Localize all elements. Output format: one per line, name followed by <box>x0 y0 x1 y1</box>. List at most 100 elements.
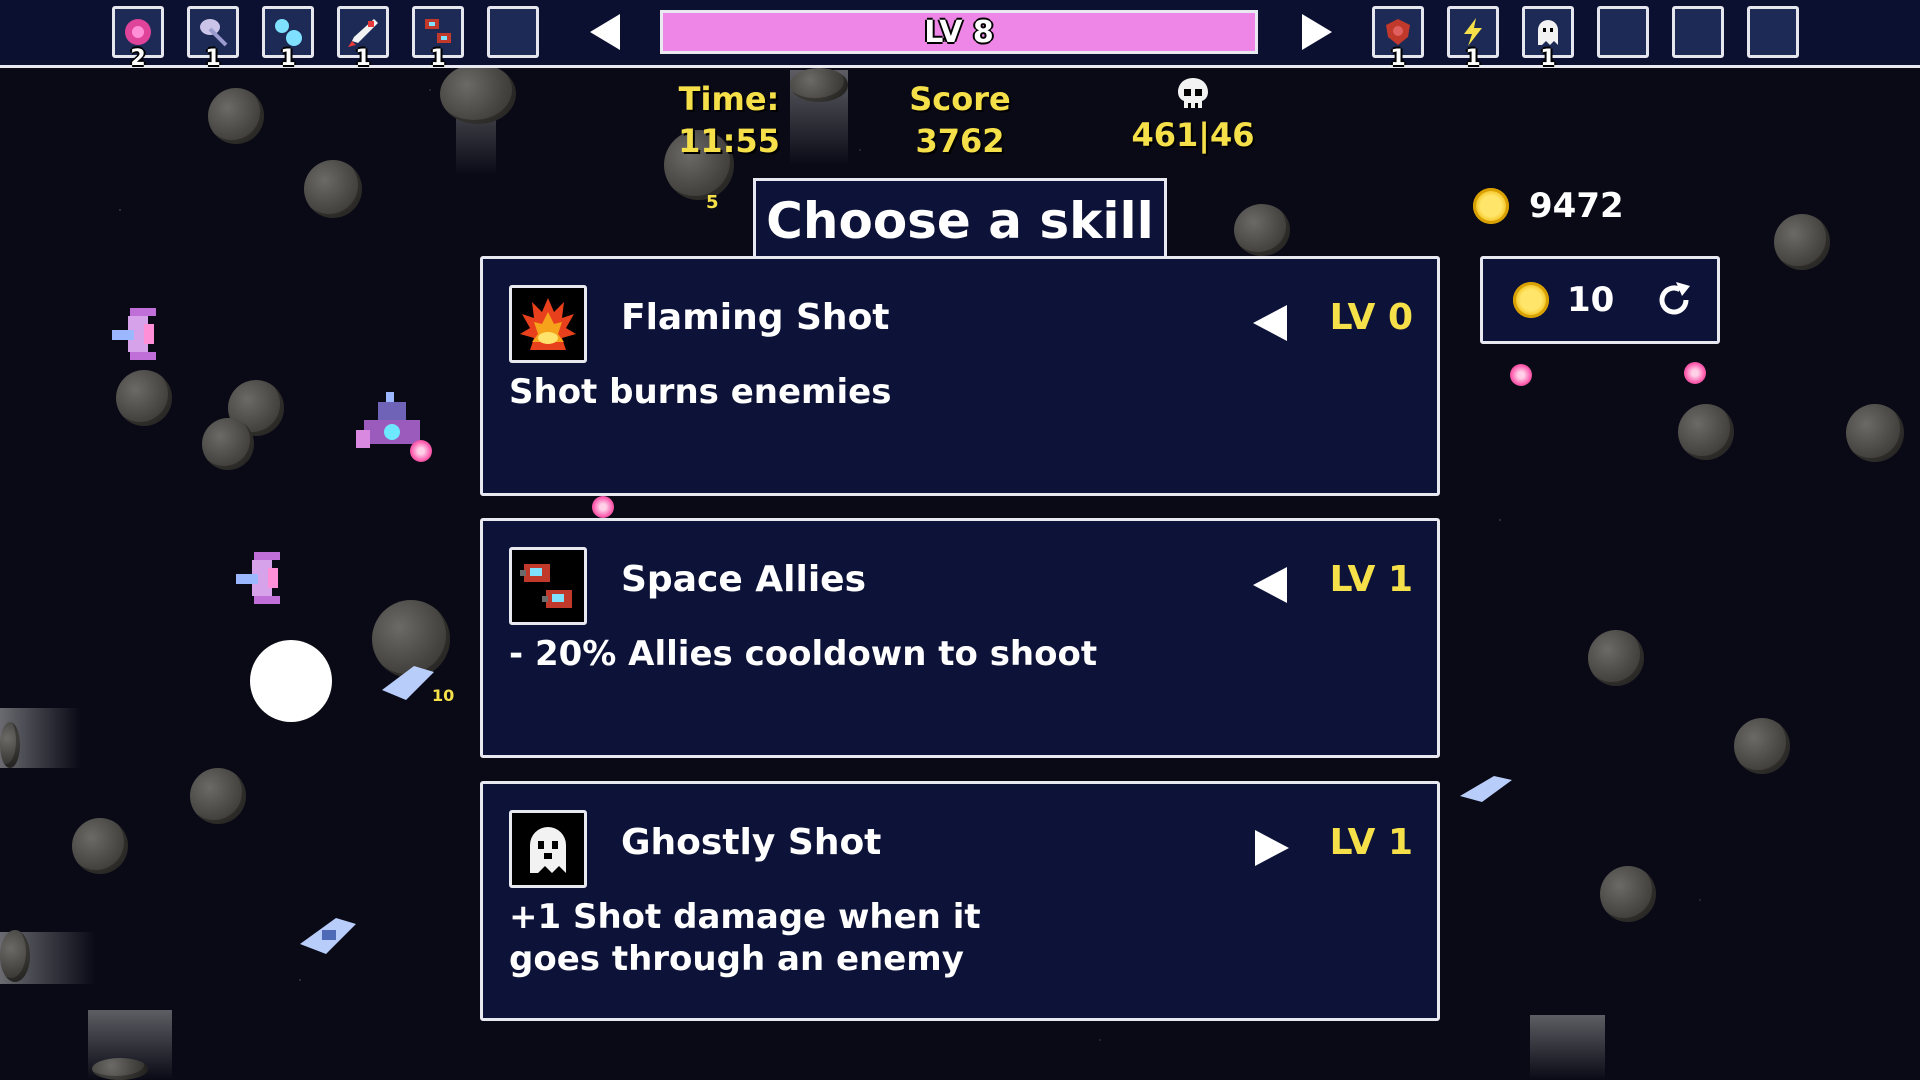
ally-ship <box>1460 776 1512 802</box>
time-label: Time: <box>678 80 780 118</box>
ally-ship <box>382 666 434 700</box>
asteroid <box>440 64 516 124</box>
skill-description: +1 Shot damage when it goes through an e… <box>509 897 981 979</box>
skill-description: Shot burns enemies <box>509 372 892 412</box>
kills-value: 461|46 <box>1131 116 1255 154</box>
skill-card-space-allies[interactable]: Space Allies LV 1 - 20% Allies cooldown … <box>480 518 1440 758</box>
skill-panel-title: Choose a skill <box>753 178 1167 260</box>
weapon-slot[interactable]: 1 <box>187 6 239 71</box>
skill-name: Ghostly Shot <box>621 822 882 863</box>
asteroid <box>202 418 254 470</box>
space-allies-icon <box>520 564 572 608</box>
asteroid <box>0 930 30 982</box>
passive-slot[interactable]: 1 <box>1447 6 1499 71</box>
slot-count: 1 <box>1465 46 1481 71</box>
reroll-cost: 10 <box>1567 280 1615 320</box>
asteroid <box>1600 866 1656 922</box>
ghost-icon <box>1538 20 1558 45</box>
top-bar: 2 1 1 1 1 LV 8 1 1 1 <box>0 0 1920 71</box>
skill-icon-frame <box>509 285 587 363</box>
passive-slot-empty[interactable] <box>1597 6 1649 58</box>
space-allies-icon <box>425 19 451 43</box>
asteroid <box>1734 718 1790 774</box>
score-value: 3762 <box>915 122 1005 160</box>
refresh-icon <box>1659 282 1691 315</box>
asteroid <box>1234 204 1290 256</box>
slot-count: 2 <box>130 46 146 71</box>
skill-card-ghostly-shot[interactable]: Ghostly Shot LV 1 +1 Shot damage when it… <box>480 781 1440 1021</box>
asteroid <box>1774 214 1830 270</box>
slot-count: 1 <box>1390 46 1406 71</box>
skill-name: Flaming Shot <box>621 297 890 338</box>
weapon-slot-empty[interactable] <box>487 6 539 58</box>
passive-slot[interactable]: 1 <box>1522 6 1574 71</box>
coin-icon <box>1513 282 1549 318</box>
coin-counter: 9472 <box>1473 186 1624 226</box>
skill-name: Space Allies <box>621 559 867 600</box>
flame-icon <box>520 298 576 350</box>
passive-slot[interactable]: 1 <box>1372 6 1424 71</box>
skill-level: LV 1 <box>1329 822 1413 863</box>
weapon-slot[interactable]: 2 <box>112 6 164 71</box>
weapon-slot[interactable]: 1 <box>262 6 314 71</box>
kills-display: 461|46 <box>1118 76 1268 156</box>
skill-level: LV 0 <box>1329 297 1413 338</box>
level-next-arrow-icon[interactable] <box>1296 12 1336 52</box>
level-label: LV 8 <box>924 14 994 50</box>
ally-ship <box>300 918 356 954</box>
time-value: 11:55 <box>678 122 780 160</box>
slot-count: 1 <box>430 46 446 71</box>
asteroid <box>208 88 264 144</box>
score-label: Score <box>909 80 1011 118</box>
player-orb <box>250 640 332 722</box>
enemy-ship-pink <box>236 552 280 604</box>
asteroid <box>304 160 362 218</box>
slot-count: 1 <box>205 46 221 71</box>
arrow-left-icon <box>1253 305 1287 341</box>
asteroid <box>1588 630 1644 686</box>
asteroid <box>72 818 128 874</box>
asteroid <box>1678 404 1734 460</box>
pink-orb <box>592 496 614 518</box>
slot-count: 1 <box>355 46 371 71</box>
satellite-dish-icon <box>200 19 228 47</box>
slot-count: 1 <box>1540 46 1556 71</box>
coin-icon <box>1473 188 1509 224</box>
arrow-left-icon <box>1253 567 1287 603</box>
reroll-button[interactable]: 10 <box>1480 256 1720 344</box>
pink-orb <box>1684 362 1706 384</box>
ghost-icon <box>530 827 566 873</box>
slot-count: 1 <box>280 46 296 71</box>
score-display: Score 3762 <box>890 78 1030 162</box>
damage-number: 5 <box>706 192 719 213</box>
passive-slot-empty[interactable] <box>1672 6 1724 58</box>
skill-card-flaming-shot[interactable]: Flaming Shot LV 0 Shot burns enemies <box>480 256 1440 496</box>
time-display: Time: 11:55 <box>664 78 794 162</box>
asteroid <box>190 768 246 824</box>
level-progress-bar: LV 8 <box>660 10 1258 54</box>
asteroid <box>790 68 848 102</box>
blue-orbs-icon <box>275 19 302 46</box>
skill-level: LV 1 <box>1329 559 1413 600</box>
skill-icon-frame <box>509 810 587 888</box>
enemy-ship-pink <box>112 308 156 360</box>
asteroid <box>92 1058 148 1080</box>
level-prev-arrow-icon[interactable] <box>586 12 626 52</box>
skill-icon-frame <box>509 547 587 625</box>
streak <box>1530 1015 1605 1080</box>
weapon-slot[interactable]: 1 <box>337 6 389 71</box>
skull-icon <box>1178 78 1208 108</box>
passive-slot-empty[interactable] <box>1747 6 1799 58</box>
lightning-icon <box>1464 18 1482 46</box>
pink-flower-icon <box>125 19 151 45</box>
red-shield-icon <box>1386 19 1410 45</box>
asteroid <box>116 370 172 426</box>
rocket-icon <box>348 19 378 47</box>
coins-value: 9472 <box>1529 186 1624 226</box>
arrow-right-icon <box>1255 830 1289 866</box>
asteroid <box>1846 404 1904 462</box>
weapon-slot[interactable]: 1 <box>412 6 464 71</box>
skill-description: - 20% Allies cooldown to shoot <box>509 634 1098 674</box>
asteroid <box>0 722 20 768</box>
damage-number: 10 <box>432 686 455 705</box>
